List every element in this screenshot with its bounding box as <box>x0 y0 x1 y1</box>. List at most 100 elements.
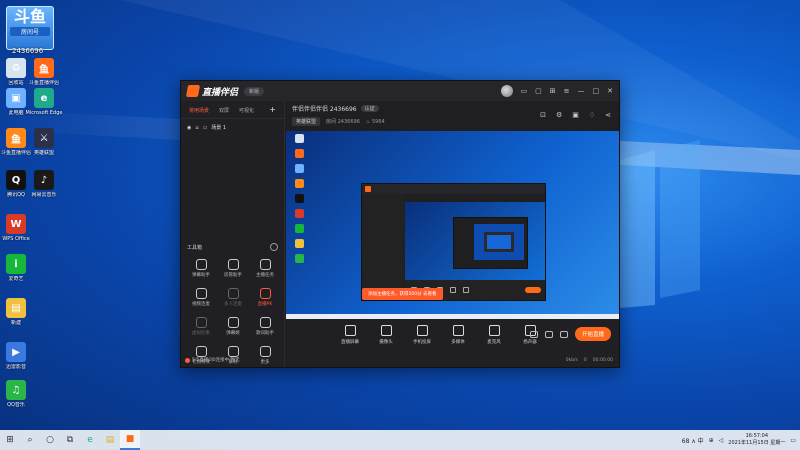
message-icon[interactable]: ▭ <box>521 87 528 95</box>
left-panel: 常用场景 双屏 可视化 + ◉ ⌂ ▭ 场景 1 工具箱 弹幕助手 房管助手 主播任… <box>181 101 285 367</box>
app-icon: e <box>34 88 54 108</box>
desktop-icon[interactable]: W WPS Office <box>0 214 36 242</box>
tool-item[interactable]: 多人连麦 <box>217 288 249 307</box>
settings-gear-icon[interactable] <box>559 330 568 338</box>
tool-label: 弹幕助手 <box>192 273 210 278</box>
start-button[interactable]: ⊞ <box>0 430 20 450</box>
source-button[interactable]: 直播屏幕 <box>338 325 362 345</box>
close-icon[interactable]: ✕ <box>607 87 613 95</box>
desktop-icon[interactable]: ♫ QQ音乐 <box>0 380 36 408</box>
app-icon: ▤ <box>6 298 26 318</box>
room-title[interactable]: 伴侣伴侣伴侣 2436696 <box>292 104 357 113</box>
app-icon: W <box>6 214 26 234</box>
app-icon: i <box>6 254 26 274</box>
add-scene-icon[interactable]: + <box>269 106 276 114</box>
tool-icon <box>259 346 271 357</box>
lock-icon[interactable]: ⌂ <box>195 125 198 131</box>
tool-label: 直播PK <box>257 302 273 307</box>
source-button[interactable]: 手机投屏 <box>410 325 434 345</box>
tool-label: 更多 <box>260 360 270 365</box>
category-pill[interactable]: 英雄联盟 <box>292 117 321 126</box>
tab-common-scenes[interactable]: 常用场景 <box>189 107 209 114</box>
notification-icon[interactable]: ▭ <box>790 437 796 444</box>
tool-item[interactable]: 视频连麦 <box>185 288 217 307</box>
desktop-icon-label: 英雄联盟 <box>33 150 54 156</box>
tool-item[interactable]: 虚拟形象 <box>185 317 217 336</box>
share-room-icon[interactable]: ⊡ <box>540 111 546 119</box>
network-icon[interactable]: ⊕ <box>709 437 714 444</box>
tray-text[interactable]: 68 ∧ 中 <box>682 436 704 445</box>
go-live-button[interactable]: 开始直播 <box>574 327 611 341</box>
avatar[interactable] <box>500 85 513 97</box>
source-icon <box>416 325 428 336</box>
desktop-icon[interactable]: ▤ 新建 <box>0 298 36 326</box>
layout-icon[interactable]: ▣ <box>572 111 579 119</box>
search-icon[interactable]: ⌕ <box>20 430 40 450</box>
camera-toggle-icon[interactable] <box>529 330 538 338</box>
tool-item[interactable]: 歌词助手 <box>249 317 281 336</box>
volume-icon[interactable]: ◁ <box>719 437 724 444</box>
skin-icon[interactable]: ⊞ <box>550 87 556 95</box>
menu-icon[interactable]: ≡ <box>564 87 570 95</box>
preview-eye-icon[interactable] <box>544 330 553 338</box>
desktop-icon-label: 新建 <box>10 320 21 326</box>
bottom-toolbar: 直播屏幕 摄像头 手机投屏 多媒体 麦克风 扬声器 开始直播 0kb/s 0 00:00:… <box>286 319 619 367</box>
tool-item[interactable]: 主播任务 <box>249 259 281 278</box>
source-button[interactable]: 麦克风 <box>482 325 506 345</box>
desktop-icon[interactable]: 鱼斗鱼直播伴侣 <box>24 58 64 86</box>
eye-icon[interactable]: ◉ <box>187 125 191 131</box>
cortana-icon[interactable]: ○ <box>40 430 60 450</box>
livestream-taskbar-icon[interactable]: ■ <box>120 430 140 450</box>
source-button[interactable]: 多媒体 <box>446 325 470 345</box>
clock[interactable]: 16:57:04 2021年11月15日 星期一 <box>728 433 785 447</box>
toolbox-header: 工具箱 <box>187 243 278 251</box>
source-label: 手机投屏 <box>413 340 431 345</box>
task-view-icon[interactable]: ⧉ <box>60 430 80 450</box>
tab-dual-screen[interactable]: 双屏 <box>219 107 229 114</box>
toolbox-settings-icon[interactable] <box>270 243 278 251</box>
desktop-icon[interactable]: i 爱奇艺 <box>0 254 36 282</box>
tool-icon <box>195 317 207 328</box>
tool-item[interactable]: 房管助手 <box>217 259 249 278</box>
desktop-icon-label: 斗鱼直播伴侣 <box>28 80 59 86</box>
source-label: 直播屏幕 <box>341 340 359 345</box>
share-icon[interactable]: ⋖ <box>605 111 611 119</box>
scene-tabs: 常用场景 双屏 可视化 + <box>181 101 284 119</box>
app-icon: ▣ <box>6 88 26 108</box>
maximize-icon[interactable]: □ <box>593 87 600 95</box>
version-pill[interactable]: 新版 <box>244 86 265 96</box>
gift-icon[interactable]: ▢ <box>535 87 542 95</box>
task-banner[interactable]: 添加主播任务，获得500分 去看看 <box>362 288 443 300</box>
desktop-icon[interactable]: ▶ 迅雷影音 <box>0 342 36 370</box>
app-window[interactable]: 直播伴侣 新版 ▭ ▢ ⊞ ≡ — □ ✕ 常用场景 双屏 可视化 + ◉ ⌂ … <box>180 80 620 368</box>
tab-visual[interactable]: 可视化 <box>239 107 254 114</box>
source-button[interactable]: 摄像头 <box>374 325 398 345</box>
hot-value: ♨ 5964 <box>365 118 385 125</box>
stream-stats: 0kb/s 0 00:00:00 <box>565 358 613 363</box>
desktop-icon[interactable]: ♪ 网易云音乐 <box>24 170 64 198</box>
tool-item[interactable]: 弹幕姬 <box>217 317 249 336</box>
source-label: 多媒体 <box>451 340 465 345</box>
app-icon: 鱼 <box>34 58 54 78</box>
file-explorer-icon[interactable]: ▤ <box>100 430 120 450</box>
system-tray: 68 ∧ 中 ⊕ ◁ 16:57:04 2021年11月15日 星期一 ▭ <box>682 433 800 447</box>
tool-item[interactable]: 弹幕助手 <box>185 259 217 278</box>
app-icon: ♻ <box>6 58 26 78</box>
scene-item[interactable]: ◉ ⌂ ▭ 场景 1 <box>181 119 284 136</box>
verify-badge[interactable]: 认证 <box>360 105 379 112</box>
tool-icon <box>259 259 271 270</box>
minimize-icon[interactable]: — <box>578 87 585 95</box>
desktop-icon[interactable]: e Microsoft Edge <box>24 88 64 116</box>
app-icon: ♪ <box>34 170 54 190</box>
title-bar[interactable]: 直播伴侣 新版 ▭ ▢ ⊞ ≡ — □ ✕ <box>181 81 619 101</box>
tool-item[interactable]: 更多 <box>249 346 281 365</box>
settings-icon[interactable]: ⚙ <box>556 111 562 119</box>
desktop-icon[interactable]: ⚔ 英雄联盟 <box>24 128 64 156</box>
stream-preview[interactable]: 添加主播任务，获得500分 去看看 <box>286 131 619 321</box>
edge-taskbar-icon[interactable]: e <box>80 430 100 450</box>
bell-icon[interactable]: ♢ <box>589 111 595 119</box>
source-label: 麦克风 <box>487 340 501 345</box>
tool-icon <box>227 317 239 328</box>
tool-item[interactable]: 直播PK <box>249 288 281 307</box>
tool-icon <box>227 288 239 299</box>
